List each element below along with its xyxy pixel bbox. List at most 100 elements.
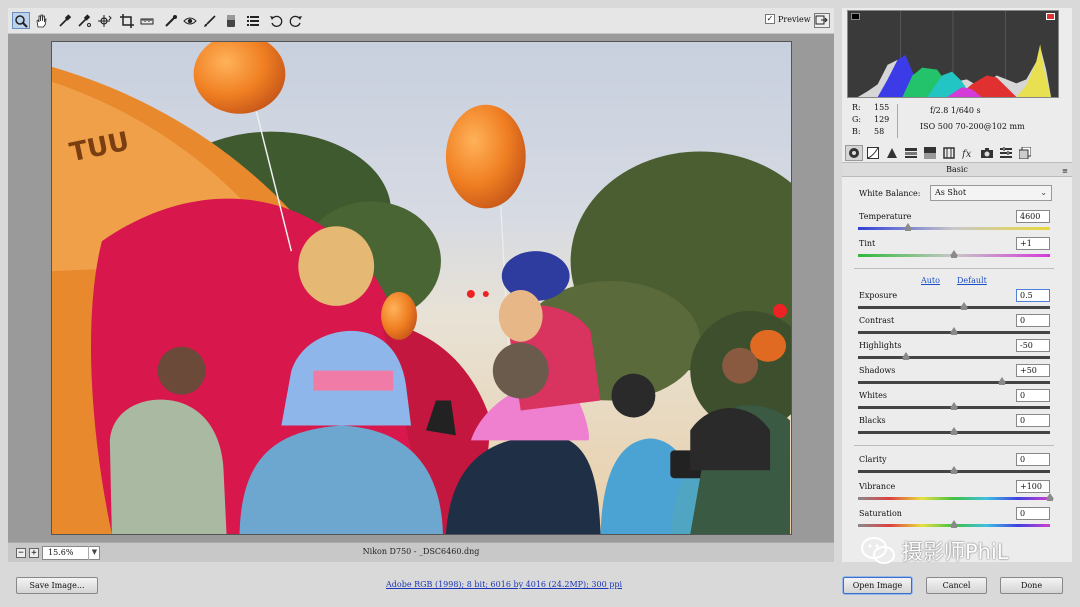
whites-thumb[interactable] [950, 402, 958, 410]
temperature-field[interactable]: 4600 [1016, 210, 1050, 223]
detail-icon[interactable] [883, 145, 901, 161]
contrast-thumb[interactable] [950, 327, 958, 335]
highlight-clipping-indicator[interactable] [1046, 13, 1055, 20]
green-value: 129 [874, 115, 890, 124]
rgb-readout: R: 155 G: 129 B: 58 f/2.8 1/640 s ISO 500 7… [850, 102, 1062, 142]
tint-thumb[interactable] [950, 250, 958, 258]
contrast-field[interactable]: 0 [1016, 314, 1050, 327]
open-image-button[interactable]: Open Image [843, 577, 912, 594]
highlights-track[interactable] [858, 356, 1050, 359]
done-button[interactable]: Done [1000, 577, 1063, 594]
basic-icon[interactable] [845, 145, 863, 161]
contrast-slider[interactable]: Contrast 0 [842, 314, 1072, 340]
red-readout: R: 155 [852, 102, 896, 114]
exposure-track[interactable] [858, 306, 1050, 309]
tint-field[interactable]: +1 [1016, 237, 1050, 250]
color-sampler-icon[interactable] [75, 12, 93, 29]
saturation-slider[interactable]: Saturation 0 [842, 507, 1072, 533]
blue-value: 58 [874, 127, 885, 136]
straighten-icon[interactable] [138, 12, 156, 29]
snapshots-icon[interactable] [1016, 145, 1034, 161]
blue-readout: B: 58 [852, 126, 896, 138]
exposure-thumb[interactable] [959, 302, 968, 310]
vibrance-slider[interactable]: Vibrance +100 [842, 480, 1072, 506]
tint-slider[interactable]: Tint +1 [842, 237, 1072, 263]
camera-calibration-icon[interactable] [978, 145, 996, 161]
red-eye-icon[interactable] [181, 12, 199, 29]
panel-title: Basic [946, 165, 968, 174]
vibrance-field[interactable]: +100 [1016, 480, 1050, 493]
split-toning-icon[interactable] [921, 145, 939, 161]
whites-field[interactable]: 0 [1016, 389, 1050, 402]
exposure-label: Exposure [859, 291, 898, 300]
rotate-right-icon[interactable] [287, 12, 305, 29]
blacks-thumb[interactable] [950, 427, 958, 435]
image-info: Nikon D750 - _DSC6460.dng [362, 547, 480, 556]
preview-toggle[interactable]: ✓ Preview [765, 14, 811, 24]
saturation-field[interactable]: 0 [1016, 507, 1050, 520]
shadows-track[interactable] [858, 381, 1050, 384]
highlights-thumb[interactable] [902, 352, 910, 360]
shadows-field[interactable]: +50 [1016, 364, 1050, 377]
blacks-slider[interactable]: Blacks 0 [842, 414, 1072, 440]
divider [854, 268, 1054, 269]
clarity-slider[interactable]: Clarity 0 [842, 453, 1072, 479]
white-balance-select[interactable]: As Shot ⌄ [930, 185, 1052, 201]
divider [854, 445, 1054, 446]
lens-corrections-icon[interactable] [940, 145, 958, 161]
temperature-slider[interactable]: Temperature 4600 [842, 210, 1072, 236]
histogram [847, 10, 1059, 98]
preview-checkbox[interactable]: ✓ [765, 14, 775, 24]
targeted-adjustment-icon[interactable] [96, 12, 114, 29]
chevron-down-icon: ⌄ [1040, 188, 1047, 197]
shadow-clipping-indicator[interactable] [851, 13, 860, 20]
shadows-thumb[interactable] [998, 377, 1006, 385]
panel-menu-icon[interactable]: ≡ [1062, 165, 1068, 178]
workflow-options-link[interactable]: Adobe RGB (1998); 8 bit; 6016 by 4016 (2… [386, 580, 622, 589]
spot-removal-icon[interactable] [162, 12, 180, 29]
highlights-field[interactable]: -50 [1016, 339, 1050, 352]
adjustment-brush-icon[interactable] [201, 12, 219, 29]
white-balance-icon[interactable] [56, 12, 74, 29]
saturation-thumb[interactable] [950, 520, 958, 528]
graduated-filter-icon[interactable] [222, 12, 240, 29]
auto-link[interactable]: Auto [921, 276, 940, 285]
cancel-button[interactable]: Cancel [926, 577, 987, 594]
clarity-field[interactable]: 0 [1016, 453, 1050, 466]
presets-icon[interactable] [997, 145, 1015, 161]
panel-tabs: fx [842, 144, 1072, 162]
vibrance-track[interactable] [858, 497, 1050, 500]
right-panel: R: 155 G: 129 B: 58 f/2.8 1/640 s ISO 500 7… [842, 8, 1072, 562]
exif-aperture-shutter: f/2.8 1/640 s [930, 106, 981, 115]
temperature-thumb[interactable] [903, 223, 912, 231]
hsl-icon[interactable] [902, 145, 920, 161]
blue-label: B: [852, 127, 861, 136]
status-bar: − + 15.6% ▼ Nikon D750 - _DSC6460.dng [8, 542, 834, 562]
fullscreen-button[interactable] [814, 13, 830, 28]
photo-preview[interactable]: TUU [51, 41, 792, 535]
rotate-left-icon[interactable] [267, 12, 285, 29]
blacks-field[interactable]: 0 [1016, 414, 1050, 427]
svg-text:fx: fx [962, 149, 972, 159]
temperature-track[interactable] [858, 227, 1050, 230]
highlights-slider[interactable]: Highlights -50 [842, 339, 1072, 365]
clarity-thumb[interactable] [950, 466, 958, 474]
exposure-field[interactable]: 0.5 [1016, 289, 1050, 302]
save-image-button[interactable]: Save Image... [16, 577, 98, 594]
vibrance-thumb[interactable] [1046, 493, 1054, 501]
white-balance-label: White Balance: [859, 189, 921, 198]
whites-slider[interactable]: Whites 0 [842, 389, 1072, 415]
tone-curve-icon[interactable] [864, 145, 882, 161]
exposure-slider[interactable]: Exposure 0.5 [842, 289, 1072, 315]
crop-icon[interactable] [118, 12, 136, 29]
preferences-icon[interactable] [244, 12, 262, 29]
wechat-logo-icon [861, 537, 895, 564]
shadows-slider[interactable]: Shadows +50 [842, 364, 1072, 390]
white-balance-value: As Shot [935, 188, 967, 197]
blacks-label: Blacks [859, 416, 886, 425]
default-link[interactable]: Default [957, 276, 987, 285]
hand-icon[interactable] [32, 12, 50, 29]
effects-icon[interactable]: fx [959, 145, 977, 161]
zoom-icon[interactable] [12, 12, 30, 29]
clarity-label: Clarity [859, 455, 887, 464]
